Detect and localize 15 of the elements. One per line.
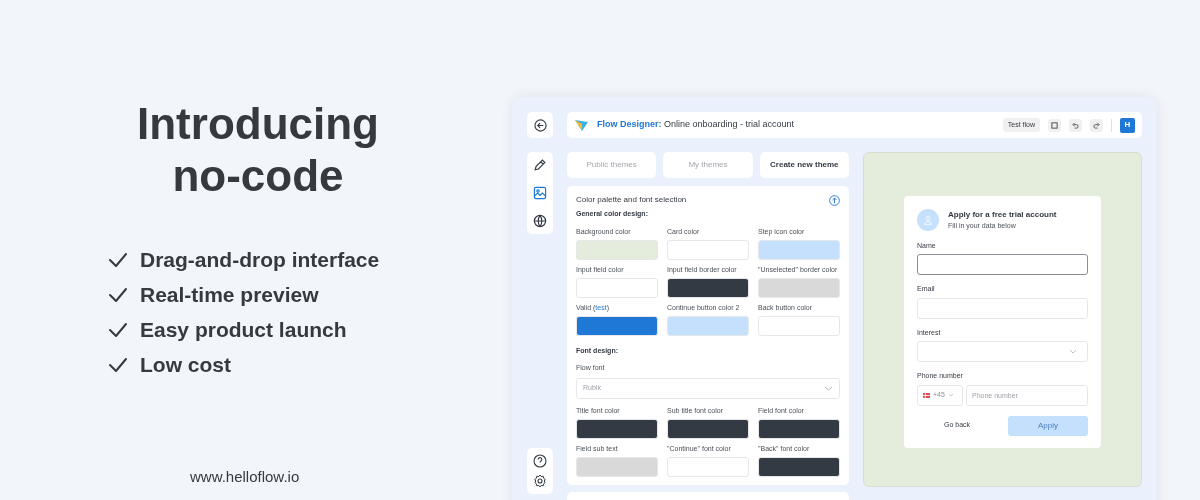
feature-text: Drag-and-drop interface	[140, 248, 380, 271]
apply-button[interactable]: Apply	[1008, 415, 1088, 436]
theme-tab[interactable]: Public themes	[567, 152, 657, 178]
feature-text: Easy product launch	[140, 318, 347, 341]
form-title: Apply for a free trial account	[948, 209, 1057, 221]
website-link[interactable]: www.helloflow.io	[190, 466, 512, 489]
feature-text: Real-time preview	[140, 283, 319, 306]
card-title: Color palette and font selection	[576, 194, 687, 206]
feature-text: Low cost	[140, 353, 231, 376]
theme-tab[interactable]: Create new theme	[759, 152, 849, 178]
hero-title: Introducing	[137, 98, 379, 150]
theme-tab[interactable]: My themes	[663, 152, 753, 178]
hero-title: no-code	[172, 150, 344, 202]
flow-title: Flow Designer: Online onboarding - trial account	[597, 118, 795, 132]
user-avatar[interactable]: H	[1120, 117, 1135, 133]
